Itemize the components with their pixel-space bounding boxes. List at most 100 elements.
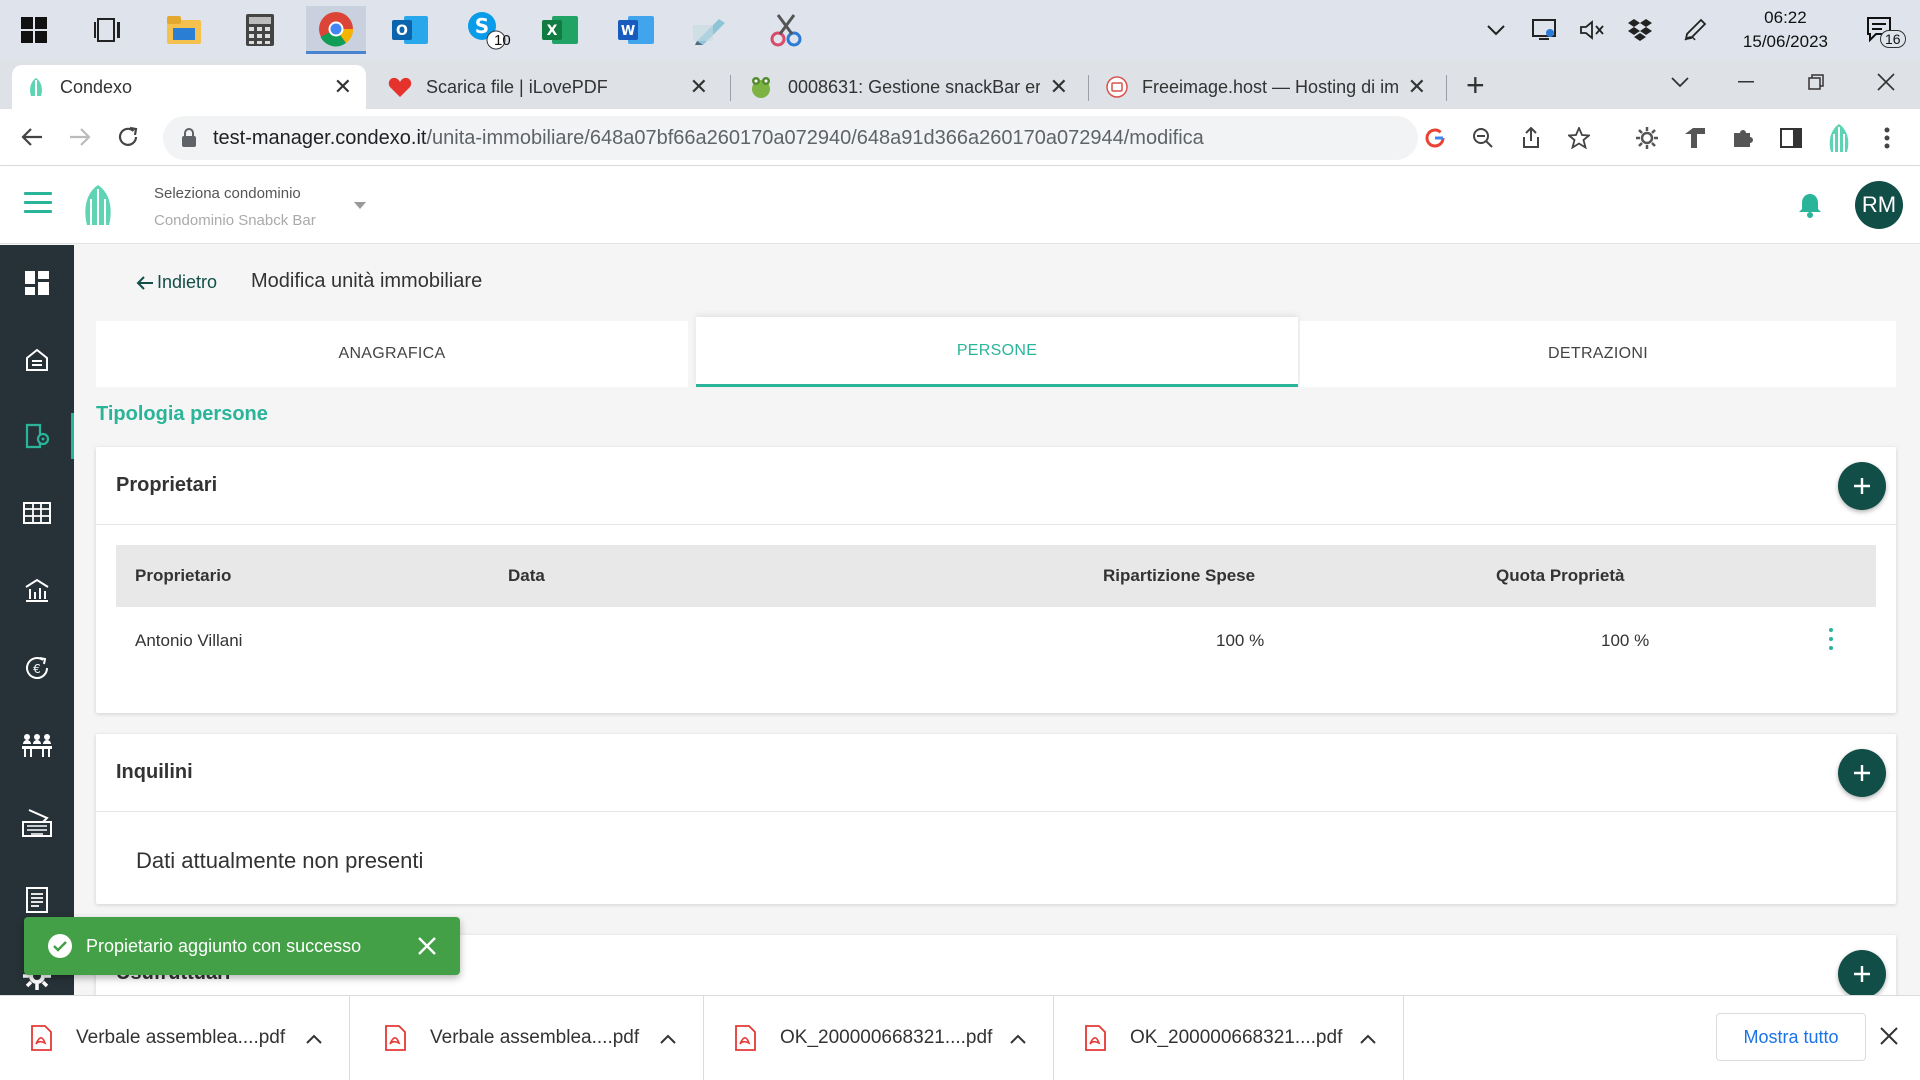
notes-app-icon[interactable] — [680, 6, 740, 54]
chevron-up-icon[interactable] — [1010, 1027, 1026, 1050]
notification-center-icon[interactable]: 16 — [1866, 16, 1906, 49]
clock-time: 06:22 — [1764, 8, 1807, 27]
owners-card-header: Proprietari — [96, 447, 1896, 525]
tab-anagrafica[interactable]: ANAGRAFICA — [96, 321, 688, 387]
user-avatar[interactable]: RM — [1855, 181, 1903, 229]
chevron-up-icon[interactable] — [306, 1027, 322, 1050]
pen-icon[interactable] — [1674, 12, 1718, 48]
tab-separator — [1446, 75, 1447, 101]
lock-icon[interactable] — [181, 128, 197, 148]
minimize-window-icon[interactable] — [1716, 60, 1776, 104]
new-tab-button[interactable]: + — [1466, 67, 1485, 104]
sidebar-item-dashboard[interactable] — [0, 258, 74, 308]
file-explorer-icon[interactable] — [154, 6, 214, 54]
browser-tab-condexo[interactable]: Condexo ✕ — [12, 65, 366, 109]
arrow-left-icon — [136, 275, 153, 290]
chevron-up-icon[interactable] — [660, 1027, 676, 1050]
dropbox-icon[interactable] — [1618, 12, 1662, 48]
svg-text:X: X — [547, 23, 558, 39]
display-icon[interactable] — [1522, 12, 1566, 48]
address-bar[interactable]: test-manager.condexo.it/unita-immobiliar… — [163, 116, 1590, 160]
hamburger-menu-icon[interactable] — [24, 192, 52, 214]
close-tab-icon[interactable]: ✕ — [690, 74, 708, 100]
table-icon — [23, 502, 51, 524]
add-owner-button[interactable] — [1838, 462, 1886, 510]
main-content: Indietro Modifica unità immobiliare ANAG… — [74, 245, 1920, 995]
building-icon — [26, 348, 48, 371]
extension-gear-icon[interactable] — [1630, 121, 1664, 155]
column-header-ripartizione[interactable]: Ripartizione Spese — [1103, 566, 1255, 586]
sidebar-item-units[interactable] — [0, 411, 74, 461]
condexo-logo-icon[interactable] — [78, 183, 118, 232]
skype-icon[interactable]: S 10 — [456, 6, 516, 54]
sidebar-item-buildings[interactable] — [0, 335, 74, 385]
svg-text:S: S — [475, 14, 489, 38]
snackbar-close-icon[interactable] — [418, 931, 436, 962]
sidebar-item-cashier[interactable] — [0, 798, 74, 848]
tab-detrazioni[interactable]: DETRAZIONI — [1300, 321, 1896, 387]
close-tab-icon[interactable]: ✕ — [334, 74, 352, 100]
forward-arrow-icon[interactable] — [62, 119, 98, 155]
column-header-data[interactable]: Data — [508, 566, 545, 586]
column-header-quota[interactable]: Quota Proprietà — [1496, 566, 1624, 586]
chevron-up-icon[interactable] — [1360, 1027, 1376, 1050]
extensions-puzzle-icon[interactable] — [1726, 121, 1760, 155]
tab-persone[interactable]: PERSONE — [696, 317, 1298, 387]
close-window-icon[interactable] — [1856, 60, 1916, 104]
google-lens-icon[interactable] — [1419, 122, 1451, 154]
calculator-icon[interactable] — [230, 6, 290, 54]
profile-condexo-icon[interactable] — [1822, 121, 1856, 155]
side-panel-icon[interactable] — [1774, 121, 1808, 155]
browser-tab-mantis[interactable]: 0008631: Gestione snackBar errori ✕ — [734, 65, 1082, 109]
word-icon[interactable]: W — [606, 6, 666, 54]
extension-tag-icon[interactable] — [1678, 121, 1712, 155]
tenants-card-header: Inquilini — [96, 734, 1896, 812]
windows-start-icon[interactable] — [4, 6, 64, 54]
row-more-vertical-icon[interactable] — [1827, 628, 1835, 650]
condominium-select[interactable]: Seleziona condominio Condominio Snabck B… — [154, 185, 316, 229]
browser-tab-ilovepdf[interactable]: Scarica file | iLovePDF ✕ — [374, 65, 722, 109]
sidebar-item-statistics[interactable] — [0, 565, 74, 615]
notification-bell-icon[interactable] — [1798, 192, 1822, 223]
download-shelf: Verbale assemblea....pdf Verbale assembl… — [0, 995, 1920, 1080]
browser-menu-icon[interactable] — [1870, 121, 1904, 155]
snipping-tool-icon[interactable] — [756, 6, 816, 54]
download-item[interactable]: Verbale assemblea....pdf — [0, 996, 350, 1080]
download-item[interactable]: OK_200000668321....pdf — [704, 996, 1054, 1080]
close-tab-icon[interactable]: ✕ — [1408, 74, 1426, 100]
tab-search-chevron-icon[interactable] — [1650, 60, 1710, 104]
volume-muted-icon[interactable] — [1570, 12, 1614, 48]
bookmark-star-icon[interactable] — [1563, 122, 1595, 154]
back-arrow-icon[interactable] — [14, 119, 50, 155]
close-tab-icon[interactable]: ✕ — [1050, 74, 1068, 100]
restore-window-icon[interactable] — [1786, 60, 1846, 104]
back-link[interactable]: Indietro — [136, 272, 217, 293]
download-item[interactable]: OK_200000668321....pdf — [1054, 996, 1404, 1080]
download-item[interactable]: Verbale assemblea....pdf — [354, 996, 704, 1080]
zoom-icon[interactable] — [1467, 122, 1499, 154]
close-download-shelf-icon[interactable] — [1880, 1024, 1898, 1052]
tab-label: Scarica file | iLovePDF — [426, 76, 608, 97]
tab-label: Condexo — [60, 76, 133, 97]
ilovepdf-favicon-icon — [388, 77, 412, 97]
freeimage-favicon-icon — [1106, 76, 1128, 98]
tray-chevron-icon[interactable] — [1474, 12, 1518, 48]
outlook-icon[interactable]: O — [380, 6, 440, 54]
excel-icon[interactable]: X — [530, 6, 590, 54]
column-header-proprietario[interactable]: Proprietario — [135, 566, 231, 586]
download-filename: Verbale assemblea....pdf — [76, 1027, 286, 1048]
reload-icon[interactable] — [110, 119, 146, 155]
add-tenant-button[interactable] — [1838, 749, 1886, 797]
sidebar-item-tables[interactable] — [0, 488, 74, 538]
dropdown-arrow-icon[interactable] — [354, 202, 366, 209]
show-all-downloads-button[interactable]: Mostra tutto — [1716, 1013, 1866, 1061]
chrome-taskbar-icon[interactable] — [306, 6, 366, 54]
add-usufruct-button[interactable] — [1838, 950, 1886, 995]
system-clock[interactable]: 06:22 15/06/2023 — [1743, 6, 1828, 54]
share-icon[interactable] — [1515, 122, 1547, 154]
sidebar-item-payments[interactable]: € — [0, 643, 74, 693]
sidebar-item-meetings[interactable] — [0, 720, 74, 770]
check-circle-icon — [48, 934, 72, 958]
task-view-icon[interactable] — [78, 6, 138, 54]
browser-tab-freeimage[interactable]: Freeimage.host — Hosting di immagini ✕ — [1092, 65, 1440, 109]
